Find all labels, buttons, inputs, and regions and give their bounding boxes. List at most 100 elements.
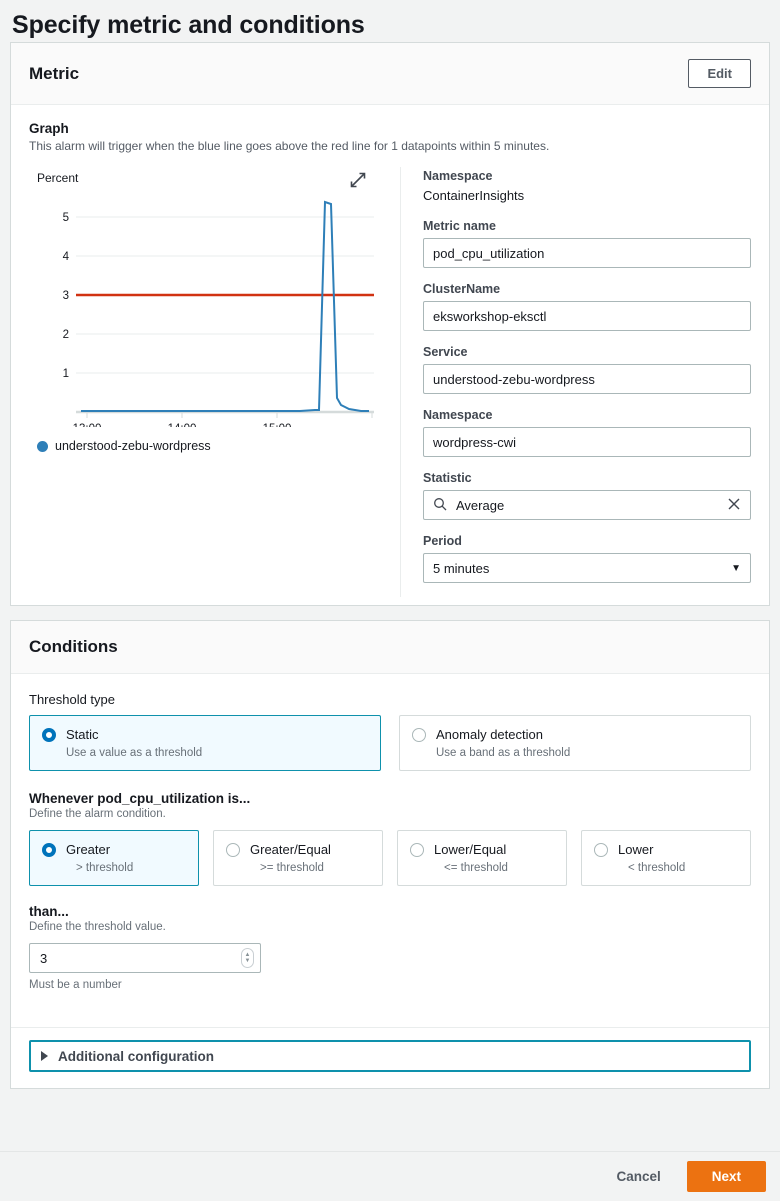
field-namespace: Namespace wordpress-cwi (423, 408, 751, 457)
chart-units-label: Percent (37, 171, 78, 185)
graph-label: Graph (29, 121, 751, 136)
metric-form-column: Namespace ContainerInsights Metric name … (401, 167, 751, 597)
triangle-right-icon (41, 1051, 48, 1061)
threshold-type-static-label: Static (66, 727, 99, 742)
threshold-type-static[interactable]: Static Use a value as a threshold (29, 715, 381, 771)
radio-icon-selected (42, 843, 56, 857)
series-line-understood-zebu-wordpress (81, 202, 369, 411)
threshold-value-input[interactable]: 3 ▲ ▼ (29, 943, 261, 973)
radio-icon (410, 843, 424, 857)
field-service: Service understood-zebu-wordpress (423, 345, 751, 394)
namespace-static-label: Namespace (423, 169, 751, 183)
than-description: Define the threshold value. (29, 921, 751, 933)
service-label: Service (423, 345, 751, 359)
statistic-value: Average (456, 498, 504, 513)
radio-icon-selected (42, 728, 56, 742)
conditions-card: Conditions Threshold type Static Use a v… (10, 620, 770, 1089)
metric-name-input[interactable]: pod_cpu_utilization (423, 238, 751, 268)
radio-icon (412, 728, 426, 742)
svg-text:3: 3 (63, 290, 69, 302)
footer-actions: Cancel Next (0, 1151, 780, 1201)
specify-metric-and-conditions-page: Specify metric and conditions Metric Edi… (0, 0, 780, 1201)
stepper-down-icon[interactable]: ▼ (245, 958, 251, 964)
additional-configuration-label: Additional configuration (58, 1049, 214, 1064)
number-stepper[interactable]: ▲ ▼ (241, 948, 254, 968)
graph-and-form-row: Percent (29, 167, 751, 597)
comparator-lower-equal-label: Lower/Equal (434, 842, 506, 857)
comparator-greater-equal-sub: >= threshold (260, 862, 331, 874)
graph-column: Percent (29, 167, 401, 597)
conditions-card-title: Conditions (29, 637, 118, 657)
comparator-greater-sub: > threshold (76, 862, 133, 874)
service-value: understood-zebu-wordpress (433, 372, 595, 387)
chart-legend: understood-zebu-wordpress (37, 439, 211, 453)
svg-text:2: 2 (63, 329, 69, 341)
additional-configuration-toggle[interactable]: Additional configuration (29, 1040, 751, 1072)
cluster-name-input[interactable]: eksworkshop-eksctl (423, 301, 751, 331)
expand-icon[interactable] (349, 171, 367, 189)
search-icon (433, 497, 447, 514)
chart-x-ticks: 13:00 14:00 15:00 (73, 423, 292, 427)
legend-color-swatch (37, 441, 48, 452)
svg-text:14:00: 14:00 (168, 423, 197, 427)
namespace-input[interactable]: wordpress-cwi (423, 427, 751, 457)
comparator-lower-sub: < threshold (628, 862, 685, 874)
statistic-label: Statistic (423, 471, 751, 485)
cluster-name-label: ClusterName (423, 282, 751, 296)
whenever-label: Whenever pod_cpu_utilization is... (29, 791, 751, 806)
svg-text:4: 4 (63, 251, 70, 263)
field-period: Period 5 minutes ▼ (423, 534, 751, 583)
comparator-greater-equal[interactable]: Greater/Equal >= threshold (213, 830, 383, 886)
threshold-value: 3 (40, 951, 47, 966)
threshold-type-anomaly-detection[interactable]: Anomaly detection Use a band as a thresh… (399, 715, 751, 771)
chevron-down-icon: ▼ (731, 563, 741, 574)
cancel-button[interactable]: Cancel (606, 1163, 670, 1190)
conditions-card-header: Conditions (11, 621, 769, 674)
namespace-static-value: ContainerInsights (423, 188, 751, 203)
statistic-input[interactable]: Average (423, 490, 751, 520)
whenever-description: Define the alarm condition. (29, 808, 751, 820)
namespace-label: Namespace (423, 408, 751, 422)
divider (11, 1027, 769, 1028)
chart-svg: 5 4 3 2 1 (29, 191, 389, 427)
cluster-name-value: eksworkshop-eksctl (433, 309, 546, 324)
threshold-type-options: Static Use a value as a threshold Anomal… (29, 715, 751, 771)
metric-card-header: Metric Edit (11, 43, 769, 105)
svg-text:13:00: 13:00 (73, 423, 102, 427)
comparator-lower[interactable]: Lower < threshold (581, 830, 751, 886)
graph-description: This alarm will trigger when the blue li… (29, 139, 751, 153)
chart-y-ticks: 5 4 3 2 1 (63, 212, 70, 380)
field-statistic: Statistic Average (423, 471, 751, 520)
comparator-greater[interactable]: Greater > threshold (29, 830, 199, 886)
threshold-type-label: Threshold type (29, 692, 751, 707)
metric-chart: Percent (29, 167, 389, 427)
metric-card-body: Graph This alarm will trigger when the b… (11, 105, 769, 605)
threshold-type-anomaly-sub: Use a band as a threshold (436, 747, 570, 759)
period-label: Period (423, 534, 751, 548)
threshold-hint: Must be a number (29, 979, 751, 991)
comparator-greater-equal-label: Greater/Equal (250, 842, 331, 857)
service-input[interactable]: understood-zebu-wordpress (423, 364, 751, 394)
radio-icon (226, 843, 240, 857)
threshold-type-anomaly-label: Anomaly detection (436, 727, 543, 742)
comparator-lower-equal-sub: <= threshold (444, 862, 508, 874)
comparator-lower-equal[interactable]: Lower/Equal <= threshold (397, 830, 567, 886)
period-value: 5 minutes (433, 561, 489, 576)
period-select[interactable]: 5 minutes ▼ (423, 553, 751, 583)
svg-text:1: 1 (63, 368, 69, 380)
namespace-value: wordpress-cwi (433, 435, 516, 450)
clear-icon[interactable] (727, 497, 741, 514)
edit-button[interactable]: Edit (688, 59, 751, 88)
threshold-type-static-sub: Use a value as a threshold (66, 747, 202, 759)
comparator-options: Greater > threshold Greater/Equal >= thr… (29, 830, 751, 886)
radio-icon (594, 843, 608, 857)
metric-name-value: pod_cpu_utilization (433, 246, 544, 261)
svg-text:5: 5 (63, 212, 69, 224)
legend-label: understood-zebu-wordpress (55, 439, 211, 453)
next-button[interactable]: Next (687, 1161, 766, 1192)
metric-name-label: Metric name (423, 219, 751, 233)
page-title: Specify metric and conditions (0, 0, 780, 42)
metric-card-title: Metric (29, 64, 79, 84)
field-metric-name: Metric name pod_cpu_utilization (423, 219, 751, 268)
svg-text:15:00: 15:00 (263, 423, 292, 427)
